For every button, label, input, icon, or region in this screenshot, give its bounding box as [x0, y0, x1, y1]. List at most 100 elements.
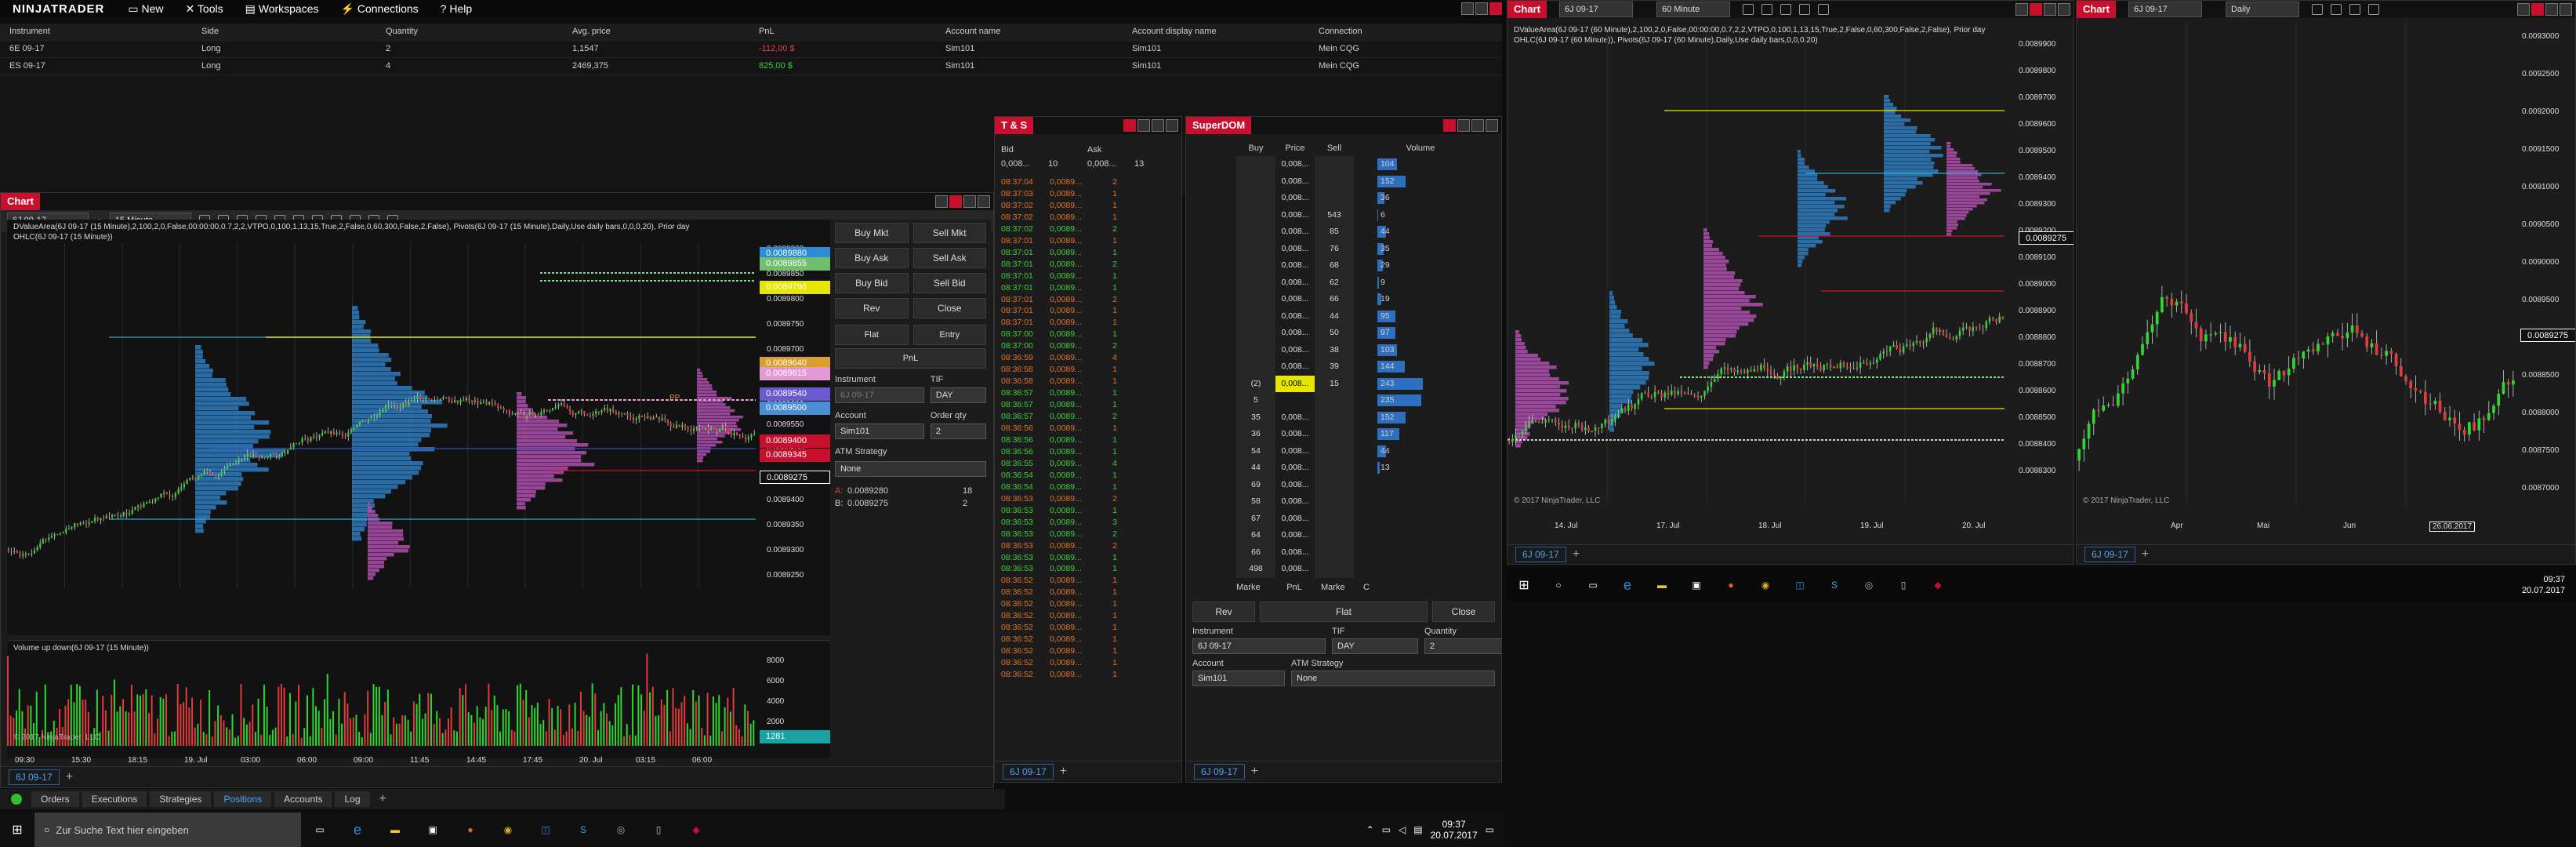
tab-accounts[interactable]: Accounts — [274, 791, 332, 807]
dom-price-cell[interactable]: 0,008... — [1275, 206, 1315, 224]
dom-sell-cell[interactable]: 39 — [1315, 358, 1354, 376]
network-app-icon[interactable]: ◎ — [602, 824, 640, 835]
dom-row[interactable]: 44 0,008... 13 — [1236, 460, 1501, 477]
dom-row[interactable]: 0,008... 104 — [1236, 156, 1501, 173]
tif-select[interactable]: DAY — [930, 387, 986, 403]
sell-mkt-button[interactable]: Sell Mkt — [912, 223, 986, 243]
col-quantity[interactable]: Quantity — [376, 24, 563, 40]
store-icon[interactable]: ▣ — [414, 824, 452, 835]
dom-price-cell[interactable]: 0,008... — [1275, 274, 1315, 291]
entry-button[interactable]: Entry — [912, 325, 986, 345]
dom-row[interactable]: 0,008... 76 35 — [1236, 240, 1501, 257]
dom-buy-cell[interactable]: 36 — [1236, 426, 1275, 443]
ninjatrader-icon[interactable]: ◆ — [1921, 580, 1955, 591]
gear-icon[interactable] — [1817, 4, 1829, 15]
dom-row[interactable]: 0,008... 36 — [1236, 190, 1501, 207]
dom-buy-cell[interactable]: 44 — [1236, 460, 1275, 477]
indicator-icon[interactable] — [1798, 4, 1810, 15]
atm-select[interactable]: None — [1291, 670, 1495, 686]
order-qty-stepper[interactable]: 2 — [930, 424, 986, 439]
network-icon[interactable]: ▭ — [1382, 824, 1391, 835]
dom-buy-cell[interactable]: 64 — [1236, 527, 1275, 544]
dom-sell-cell[interactable]: 66 — [1315, 291, 1354, 308]
dom-buy-cell[interactable] — [1236, 291, 1275, 308]
chart-tab[interactable]: 6J 09-17 — [9, 769, 60, 785]
superdom-tab[interactable]: 6J 09-17 — [1194, 764, 1245, 780]
notification-icon[interactable]: ▭ — [1486, 824, 1494, 835]
dom-row[interactable]: 0,008... 66 19 — [1236, 291, 1501, 308]
tab-executions[interactable]: Executions — [82, 791, 147, 807]
dom-price-cell[interactable]: 0,008... — [1275, 409, 1315, 426]
chrome-icon[interactable]: ◉ — [1748, 580, 1783, 591]
dom-buy-cell[interactable]: (2) — [1236, 375, 1275, 392]
explorer-icon[interactable]: ▬ — [376, 824, 414, 835]
add-tab-icon[interactable]: + — [66, 770, 73, 784]
dom-row[interactable]: 0,008... 44 95 — [1236, 307, 1501, 325]
dom-buy-cell[interactable]: 5 — [1236, 392, 1275, 409]
dom-price-cell[interactable]: 0,008... — [1275, 341, 1315, 358]
col-connection[interactable]: Connection — [1309, 24, 1496, 40]
crosshair-icon[interactable] — [2349, 4, 2360, 15]
close-icon[interactable] — [1489, 2, 1502, 15]
add-tab-icon[interactable]: + — [1060, 765, 1067, 779]
dom-buy-cell[interactable] — [1236, 206, 1275, 224]
minimize-icon[interactable] — [1457, 119, 1470, 132]
col-account-name[interactable]: Account name — [936, 24, 1123, 40]
add-tab-icon[interactable]: + — [1573, 547, 1580, 562]
zoom-in-icon[interactable] — [2330, 4, 2342, 15]
dom-row[interactable]: 35 0,008... 152 — [1236, 409, 1501, 426]
chrome-icon[interactable]: ◉ — [489, 824, 527, 835]
dom-price-cell[interactable]: 0,008... — [1275, 307, 1315, 325]
dom-buy-cell[interactable] — [1236, 274, 1275, 291]
close-button[interactable]: Close — [912, 298, 986, 318]
dom-row[interactable]: 67 0,008... — [1236, 510, 1501, 527]
maximize-icon[interactable] — [2044, 3, 2056, 16]
market-sell-button[interactable]: Marke — [1321, 583, 1352, 592]
minimize-icon[interactable] — [2517, 3, 2530, 16]
dom-buy-cell[interactable] — [1236, 341, 1275, 358]
instrument-selector[interactable]: 6J 09-17 — [1558, 2, 1633, 17]
tab-log[interactable]: Log — [335, 791, 370, 807]
dom-price-cell[interactable]: 0,008... — [1275, 190, 1315, 207]
dom-price-cell[interactable]: 0,008... — [1275, 257, 1315, 274]
tray-up-icon[interactable]: ⌃ — [1366, 824, 1374, 835]
network-app-icon[interactable]: ◎ — [1852, 580, 1886, 591]
c-button[interactable]: C — [1363, 583, 1370, 592]
menu-help[interactable]: ? Help — [430, 2, 483, 15]
flat-button[interactable]: Flat — [835, 325, 909, 345]
search-box[interactable]: ○ Zur Suche Text hier eingeben — [34, 812, 301, 847]
instrument-select[interactable]: 6J 09-17 — [835, 387, 924, 403]
interval-selector[interactable]: Daily — [2225, 2, 2299, 17]
dom-row[interactable]: 0,008... 38 103 — [1236, 341, 1501, 358]
dom-row[interactable]: 498 0,008... — [1236, 561, 1501, 578]
tif-select[interactable]: DAY — [1332, 638, 1418, 654]
close-icon[interactable] — [978, 195, 990, 208]
dom-ladder[interactable]: 0,008... 104 0,008... 152 0,008... 36 0,008...… — [1186, 156, 1501, 578]
dom-sell-cell[interactable] — [1315, 460, 1354, 477]
table-row[interactable]: 6E 09-17 Long 2 1,1547 -112,00 $ Sim101 … — [0, 41, 1502, 58]
flat-button[interactable]: Flat — [1260, 601, 1428, 622]
dom-price-cell[interactable]: 0,008... — [1275, 510, 1315, 527]
dom-price-cell[interactable]: 0,008... — [1275, 173, 1315, 190]
dom-sell-cell[interactable] — [1315, 476, 1354, 493]
dom-buy-cell[interactable] — [1236, 307, 1275, 325]
notepad-icon[interactable]: ▯ — [1886, 580, 1921, 591]
dom-price-cell[interactable]: 0,008... — [1275, 325, 1315, 342]
dom-price-cell[interactable]: 0,008... — [1275, 426, 1315, 443]
dom-buy-cell[interactable]: 58 — [1236, 493, 1275, 511]
dom-row[interactable]: 36 0,008... 117 — [1236, 426, 1501, 443]
dom-buy-cell[interactable] — [1236, 358, 1275, 376]
maximize-icon[interactable] — [963, 195, 976, 208]
dom-sell-cell[interactable] — [1315, 190, 1354, 207]
dom-row[interactable]: 58 0,008... — [1236, 493, 1501, 511]
dom-sell-cell[interactable] — [1315, 442, 1354, 460]
dom-sell-cell[interactable] — [1315, 392, 1354, 409]
dom-buy-cell[interactable] — [1236, 156, 1275, 173]
dom-price-cell[interactable]: 0,008... — [1275, 375, 1315, 392]
dom-sell-cell[interactable] — [1315, 426, 1354, 443]
dom-price-cell[interactable]: 0,008... — [1275, 527, 1315, 544]
menu-tools[interactable]: ✕ Tools — [175, 2, 234, 16]
instrument-selector[interactable]: 6J 09-17 — [2128, 2, 2202, 17]
dom-price-cell[interactable]: 0,008... — [1275, 460, 1315, 477]
dom-sell-cell[interactable] — [1315, 156, 1354, 173]
